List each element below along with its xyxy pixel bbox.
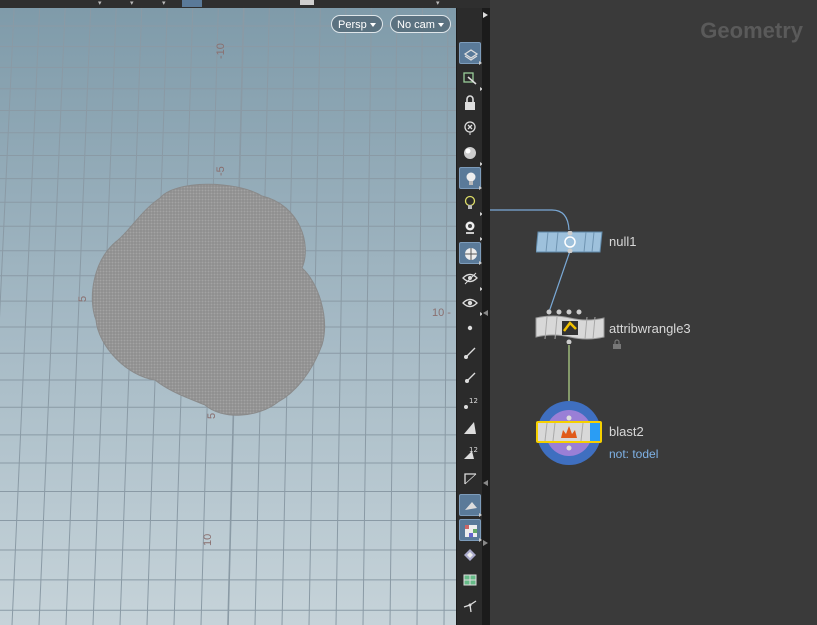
grid-line [416,0,423,625]
scene-viewport[interactable]: -10 -5 5 10 5 10 - Persp No cam [0,0,456,625]
display-lights-icon[interactable] [459,217,483,241]
grid-label: -5 [215,166,227,176]
node-name-blast2[interactable]: blast2 [609,424,644,439]
vertex-numbers-icon[interactable]: 12 [459,442,481,464]
menu-icon[interactable] [300,0,314,5]
ground-grid: -10 -5 5 10 5 10 - [0,0,456,625]
grid-label: 5 [77,296,89,302]
lock-icon[interactable] [612,339,622,349]
viewport-display-toolbar: 12 12 [456,8,483,625]
profile-icon[interactable] [459,467,481,489]
grid-line [389,0,398,625]
viewport-top-bar: ▾ ▾ ▾ ▾ [0,0,490,8]
grid-line [0,0,15,318]
camera-mode-menu[interactable]: Persp [331,15,383,33]
grid-line [38,0,66,625]
blast-node-icon [536,401,602,465]
collapse-left-icon[interactable] [483,480,488,486]
network-editor[interactable]: Geometry null1 attribwrangle3 blast2 not… [490,0,817,625]
grid-line [65,0,92,625]
chevron-down-icon[interactable]: ▾ [130,0,134,7]
grid-line [362,0,372,625]
attribwrangle-node-icon [535,309,605,345]
display-options-icon[interactable] [459,42,482,65]
grid-label: 10 - [432,307,451,319]
wire[interactable] [490,209,570,231]
point-normal-icon[interactable] [459,342,481,364]
node-name-attribwrangle3[interactable]: attribwrangle3 [609,321,691,336]
node-blast2[interactable] [535,400,603,466]
collapse-left-icon[interactable] [483,310,488,316]
mesh-icon[interactable] [459,569,481,591]
point-display-icon[interactable] [459,317,481,339]
lock-camera-icon[interactable] [459,92,481,114]
chevron-down-icon[interactable]: ▾ [436,0,440,7]
grid-label: -10 [215,43,227,59]
wireframe-shaded-icon[interactable] [459,242,482,265]
visibility-icon[interactable] [459,267,483,291]
node-attribwrangle3[interactable] [535,308,605,345]
grid-line [335,0,347,625]
svg-text:12: 12 [469,446,478,454]
grid-label: 5 [206,413,218,419]
texture-icon[interactable] [459,519,482,542]
camera-select-menu[interactable]: No cam [390,15,451,33]
camera-mode-label: Persp [338,19,367,31]
grid-label: 10 [202,534,214,546]
point-numbers-icon[interactable]: 12 [459,392,481,414]
null-node-icon [535,230,603,254]
uv-icon[interactable] [459,544,481,566]
origin-icon[interactable] [459,594,481,616]
chevron-down-icon[interactable]: ▾ [98,0,102,7]
chevron-down-icon[interactable]: ▾ [162,0,166,7]
primitive-normal-icon[interactable] [459,367,481,389]
shading-icon[interactable] [459,142,483,166]
wire[interactable] [548,250,571,313]
light-icon[interactable] [459,167,482,190]
expand-right-icon[interactable] [483,12,488,18]
chevron-down-icon [437,23,444,28]
camera-select-label: No cam [397,19,435,31]
node-comment-blast2: not: todel [609,447,659,461]
node-null1[interactable] [535,230,604,254]
node-name-null1[interactable]: null1 [609,234,636,249]
headlight-icon[interactable] [459,192,483,216]
pane-divider[interactable] [482,0,490,625]
backface-icon[interactable] [459,494,482,517]
point-cloud-geometry [91,183,326,416]
vertex-icon[interactable] [459,417,481,439]
eye-options-icon[interactable] [459,292,483,316]
svg-text:12: 12 [469,397,478,405]
chevron-down-icon [369,23,376,28]
expand-right-icon[interactable] [483,540,488,546]
snapshot-icon[interactable] [459,117,481,139]
toggle-button[interactable] [182,0,202,7]
ghost-objects-icon[interactable] [459,67,483,91]
grid-line [11,0,41,625]
